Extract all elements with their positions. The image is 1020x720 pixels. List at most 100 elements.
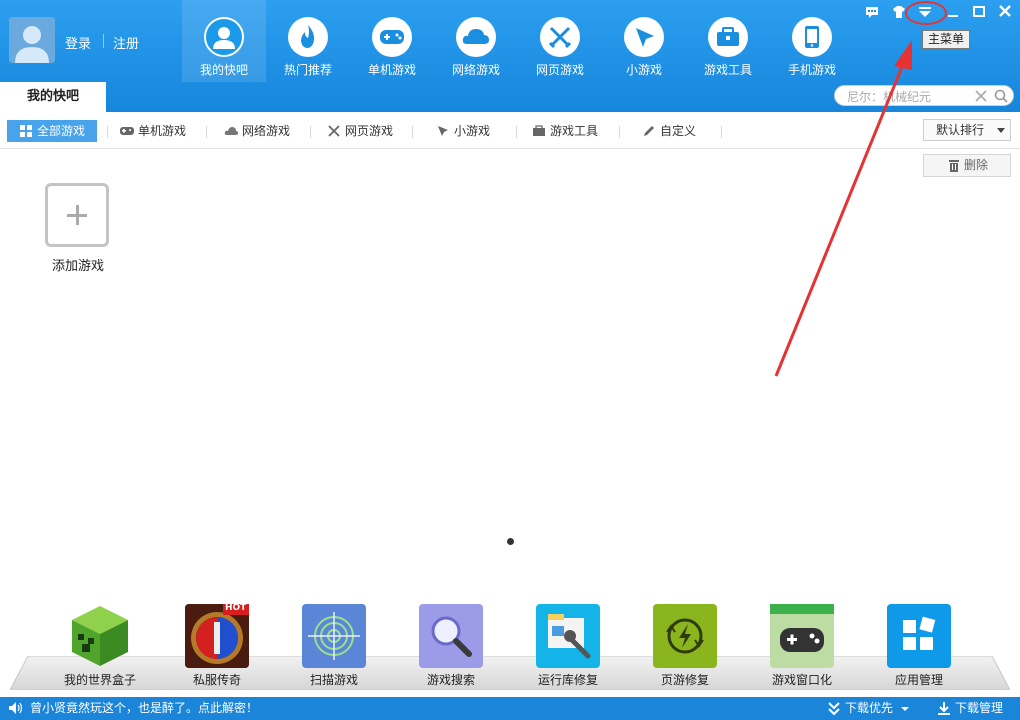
app-grid-icon [887, 604, 951, 668]
cat-label: 小游戏 [454, 124, 491, 138]
minecraft-cube-icon [68, 604, 132, 668]
hot-badge: HOT [225, 603, 247, 613]
tool-label: 运行库修复 [537, 673, 598, 687]
trash-icon [949, 160, 959, 172]
nav-label: 单机游戏 [367, 63, 416, 77]
divider [412, 126, 413, 138]
nav-my-kuaiba[interactable]: 我的快吧 [182, 0, 266, 82]
tab-my-kuaiba[interactable]: 我的快吧 [0, 82, 106, 112]
crossed-swords-icon [328, 125, 340, 137]
maximize-icon[interactable] [970, 4, 988, 20]
nav-mini-games[interactable]: 小游戏 [602, 0, 686, 82]
tab-all-games[interactable]: 全部游戏 [7, 120, 97, 142]
nav-label: 游戏工具 [703, 63, 752, 77]
lightning-repair-icon [653, 604, 717, 668]
speaker-icon [9, 702, 23, 714]
toolbox-icon [708, 17, 748, 57]
tool-label: 页游修复 [660, 673, 709, 687]
tab-web-games[interactable]: 网页游戏 [315, 120, 411, 142]
title-bar: 登录 注册 我的快吧 热门推荐 单机游戏 网络游戏 网页游戏 小游戏 游戏工具 … [0, 0, 1020, 112]
main-menu-tooltip: 主菜单 [922, 30, 970, 49]
nav-label: 手机游戏 [787, 63, 836, 77]
fire-icon [288, 17, 328, 57]
pen-icon [644, 126, 654, 136]
tool-label: 我的世界盒子 [63, 673, 136, 687]
download-priority-icon [828, 702, 840, 716]
annotation-circle [905, 1, 947, 25]
cursor-icon [438, 126, 448, 136]
tab-game-tools[interactable]: 游戏工具 [520, 120, 616, 142]
divider [516, 126, 517, 138]
cat-label: 游戏工具 [550, 124, 599, 138]
clear-icon[interactable] [973, 88, 989, 104]
nav-label: 热门推荐 [283, 63, 332, 77]
nav-label: 网络游戏 [451, 63, 500, 77]
cat-label: 自定义 [660, 124, 697, 138]
tab-single-player[interactable]: 单机游戏 [108, 120, 204, 142]
cat-label: 单机游戏 [138, 124, 187, 138]
nav-hot[interactable]: 热门推荐 [266, 0, 350, 82]
cat-label: 全部游戏 [37, 124, 86, 138]
search-box[interactable]: 尼尔：机械纪元 [834, 85, 1014, 106]
phone-icon [792, 17, 832, 57]
cloud-icon [224, 127, 238, 135]
cat-label: 网页游戏 [345, 124, 394, 138]
close-icon[interactable] [996, 4, 1014, 20]
nav-label: 网页游戏 [535, 63, 584, 77]
delete-button[interactable]: 删除 [923, 154, 1011, 177]
news-ticker-link[interactable]: 曾小贤竟然玩这个，也是醉了。点此解密！ [30, 697, 258, 720]
nav-label: 小游戏 [625, 63, 662, 77]
gamepad-window-icon [770, 604, 834, 668]
add-game-label: 添加游戏 [51, 259, 104, 274]
avatar[interactable] [9, 17, 55, 63]
download-icon [938, 702, 950, 715]
magnifier-icon [419, 604, 483, 668]
tool-label: 应用管理 [894, 673, 943, 687]
add-game-button[interactable] [45, 183, 109, 247]
nav-label: 我的快吧 [199, 63, 248, 77]
tool-label: 游戏窗口化 [771, 673, 832, 687]
legend-game-icon: HOT [185, 603, 249, 668]
search-icon[interactable] [993, 88, 1009, 104]
divider [103, 34, 104, 48]
sort-label: 默认排行 [936, 123, 985, 137]
category-bar: 全部游戏 单机游戏 网络游戏 网页游戏 小游戏 游戏工具 自定义 [0, 112, 1020, 149]
user-icon [204, 17, 244, 57]
gamepad-icon [372, 17, 412, 57]
delete-label: 删除 [964, 158, 989, 172]
nav-game-tools[interactable]: 游戏工具 [686, 0, 770, 82]
nav-mobile-games[interactable]: 手机游戏 [770, 0, 854, 82]
divider [721, 126, 722, 138]
tool-label: 扫描游戏 [309, 673, 358, 687]
chevron-down-icon[interactable] [901, 707, 909, 711]
tab-mini-games[interactable]: 小游戏 [424, 120, 514, 142]
nav-online[interactable]: 网络游戏 [434, 0, 518, 82]
cursor-icon [624, 17, 664, 57]
register-link[interactable]: 注册 [113, 33, 139, 52]
nav-single-player[interactable]: 单机游戏 [350, 0, 434, 82]
search-input[interactable]: 尼尔：机械纪元 [847, 88, 931, 105]
download-manager-button[interactable]: 下载管理 [955, 697, 1003, 720]
grid-icon [20, 125, 32, 137]
chevron-down-icon [997, 128, 1005, 133]
tool-label: 私服传奇 [192, 673, 241, 687]
message-icon[interactable] [863, 4, 881, 20]
nav-web-games[interactable]: 网页游戏 [518, 0, 602, 82]
toolbox-icon [533, 125, 545, 136]
login-link[interactable]: 登录 [65, 33, 91, 52]
status-bar: 曾小贤竟然玩这个，也是醉了。点此解密！ 下载优先 下载管理 [0, 697, 1020, 720]
download-priority-button[interactable]: 下载优先 [845, 697, 893, 720]
folder-wrench-icon [536, 604, 600, 668]
user-avatar-icon [15, 26, 49, 63]
cat-label: 网络游戏 [242, 124, 291, 138]
cloud-icon [456, 17, 496, 57]
tab-custom[interactable]: 自定义 [630, 120, 720, 142]
sort-dropdown[interactable]: 默认排行 [923, 119, 1011, 141]
divider [206, 126, 207, 138]
page-indicator-dot[interactable] [507, 538, 514, 545]
radar-icon [302, 604, 366, 668]
tool-label: 游戏搜索 [426, 673, 475, 687]
divider [619, 126, 620, 138]
gamepad-icon [120, 127, 134, 135]
tab-online[interactable]: 网络游戏 [212, 120, 308, 142]
